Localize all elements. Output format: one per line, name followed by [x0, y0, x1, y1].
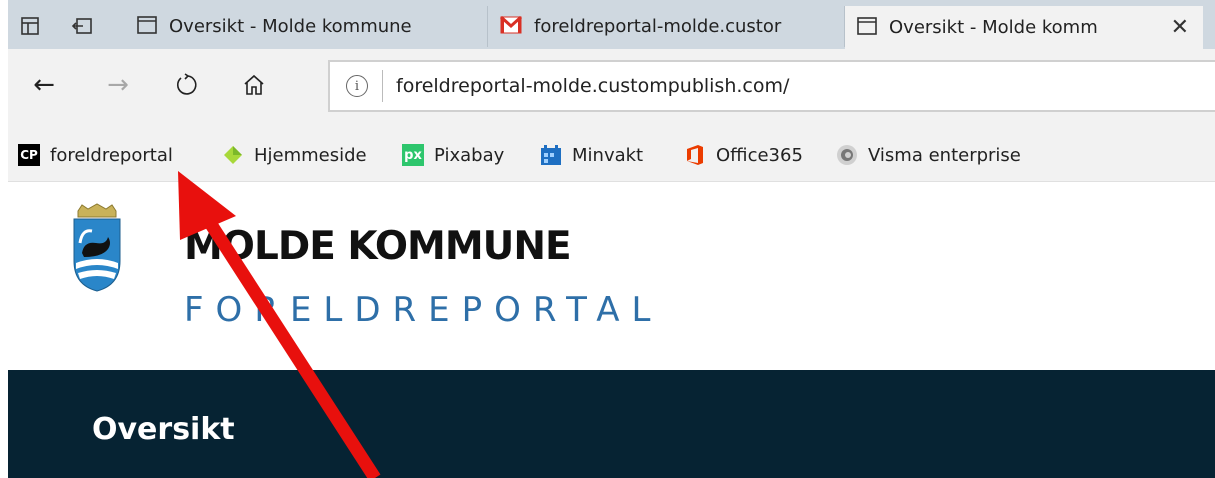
cp-icon: CP — [18, 144, 40, 166]
gmail-icon — [499, 15, 523, 39]
minvakt-icon — [540, 144, 562, 166]
back-button[interactable]: ← — [24, 65, 64, 105]
tab-set-aside-icon[interactable] — [12, 6, 48, 46]
brand-subtitle: FORELDREPORTAL — [184, 290, 663, 330]
favorite-label: foreldreportal — [50, 144, 173, 166]
address-bar[interactable]: i foreldreportal-molde.custompublish.com… — [328, 60, 1215, 112]
tab-foreldreportal-gmail[interactable]: foreldreportal-molde.custor — [488, 6, 845, 47]
info-icon[interactable]: i — [346, 75, 368, 97]
refresh-button[interactable] — [168, 65, 208, 105]
page-title: Oversikt — [92, 412, 235, 447]
office-icon — [684, 144, 706, 166]
navigation-bar: ← → i foreldreportal-molde.custompublish… — [8, 49, 1215, 126]
tabs-back-icon[interactable] — [64, 6, 100, 46]
pixabay-icon: px — [402, 144, 424, 166]
favorites-bar: CP foreldreportal Hjemmeside px Pixabay … — [8, 126, 1215, 182]
favorite-foreldreportal[interactable]: CP foreldreportal — [18, 142, 173, 168]
home-button[interactable] — [234, 65, 274, 105]
tab-title: Oversikt - Molde komm — [889, 17, 1098, 38]
visma-icon — [836, 144, 858, 166]
home-icon — [244, 74, 264, 95]
arrow-right-icon: → — [107, 70, 129, 100]
diamond-icon — [222, 144, 244, 166]
favorite-pixabay[interactable]: px Pixabay — [402, 142, 504, 168]
tab-title: Oversikt - Molde kommune — [169, 16, 412, 37]
brand-title: MOLDE KOMMUNE — [184, 224, 572, 269]
window-edge — [0, 0, 8, 478]
page-icon — [857, 16, 877, 40]
close-icon[interactable]: ✕ — [1171, 15, 1189, 40]
favorite-label: Hjemmeside — [254, 144, 367, 166]
tab-title: foreldreportal-molde.custor — [534, 16, 782, 37]
forward-button[interactable]: → — [98, 65, 138, 105]
tab-oversikt-active[interactable]: Oversikt - Molde komm ✕ — [845, 6, 1203, 49]
arrow-left-icon: ← — [33, 70, 55, 100]
molde-coat-of-arms-logo[interactable] — [72, 203, 122, 293]
refresh-icon — [176, 73, 197, 95]
favorite-label: Visma enterprise — [868, 144, 1021, 166]
favorite-label: Minvakt — [572, 144, 644, 166]
tab-oversikt-1[interactable]: Oversikt - Molde kommune — [125, 6, 488, 47]
favorite-visma[interactable]: Visma enterprise — [836, 142, 1021, 168]
url-text[interactable]: foreldreportal-molde.custompublish.com/ — [396, 75, 789, 97]
page-icon — [137, 15, 157, 39]
favorite-office365[interactable]: Office365 — [684, 142, 803, 168]
address-divider — [382, 70, 383, 102]
favorite-minvakt[interactable]: Minvakt — [540, 142, 643, 168]
tab-bar: Oversikt - Molde kommune foreldreportal-… — [8, 0, 1215, 49]
favorite-label: Pixabay — [434, 144, 505, 166]
favorite-hjemmeside[interactable]: Hjemmeside — [222, 142, 367, 168]
favorite-label: Office365 — [716, 144, 803, 166]
